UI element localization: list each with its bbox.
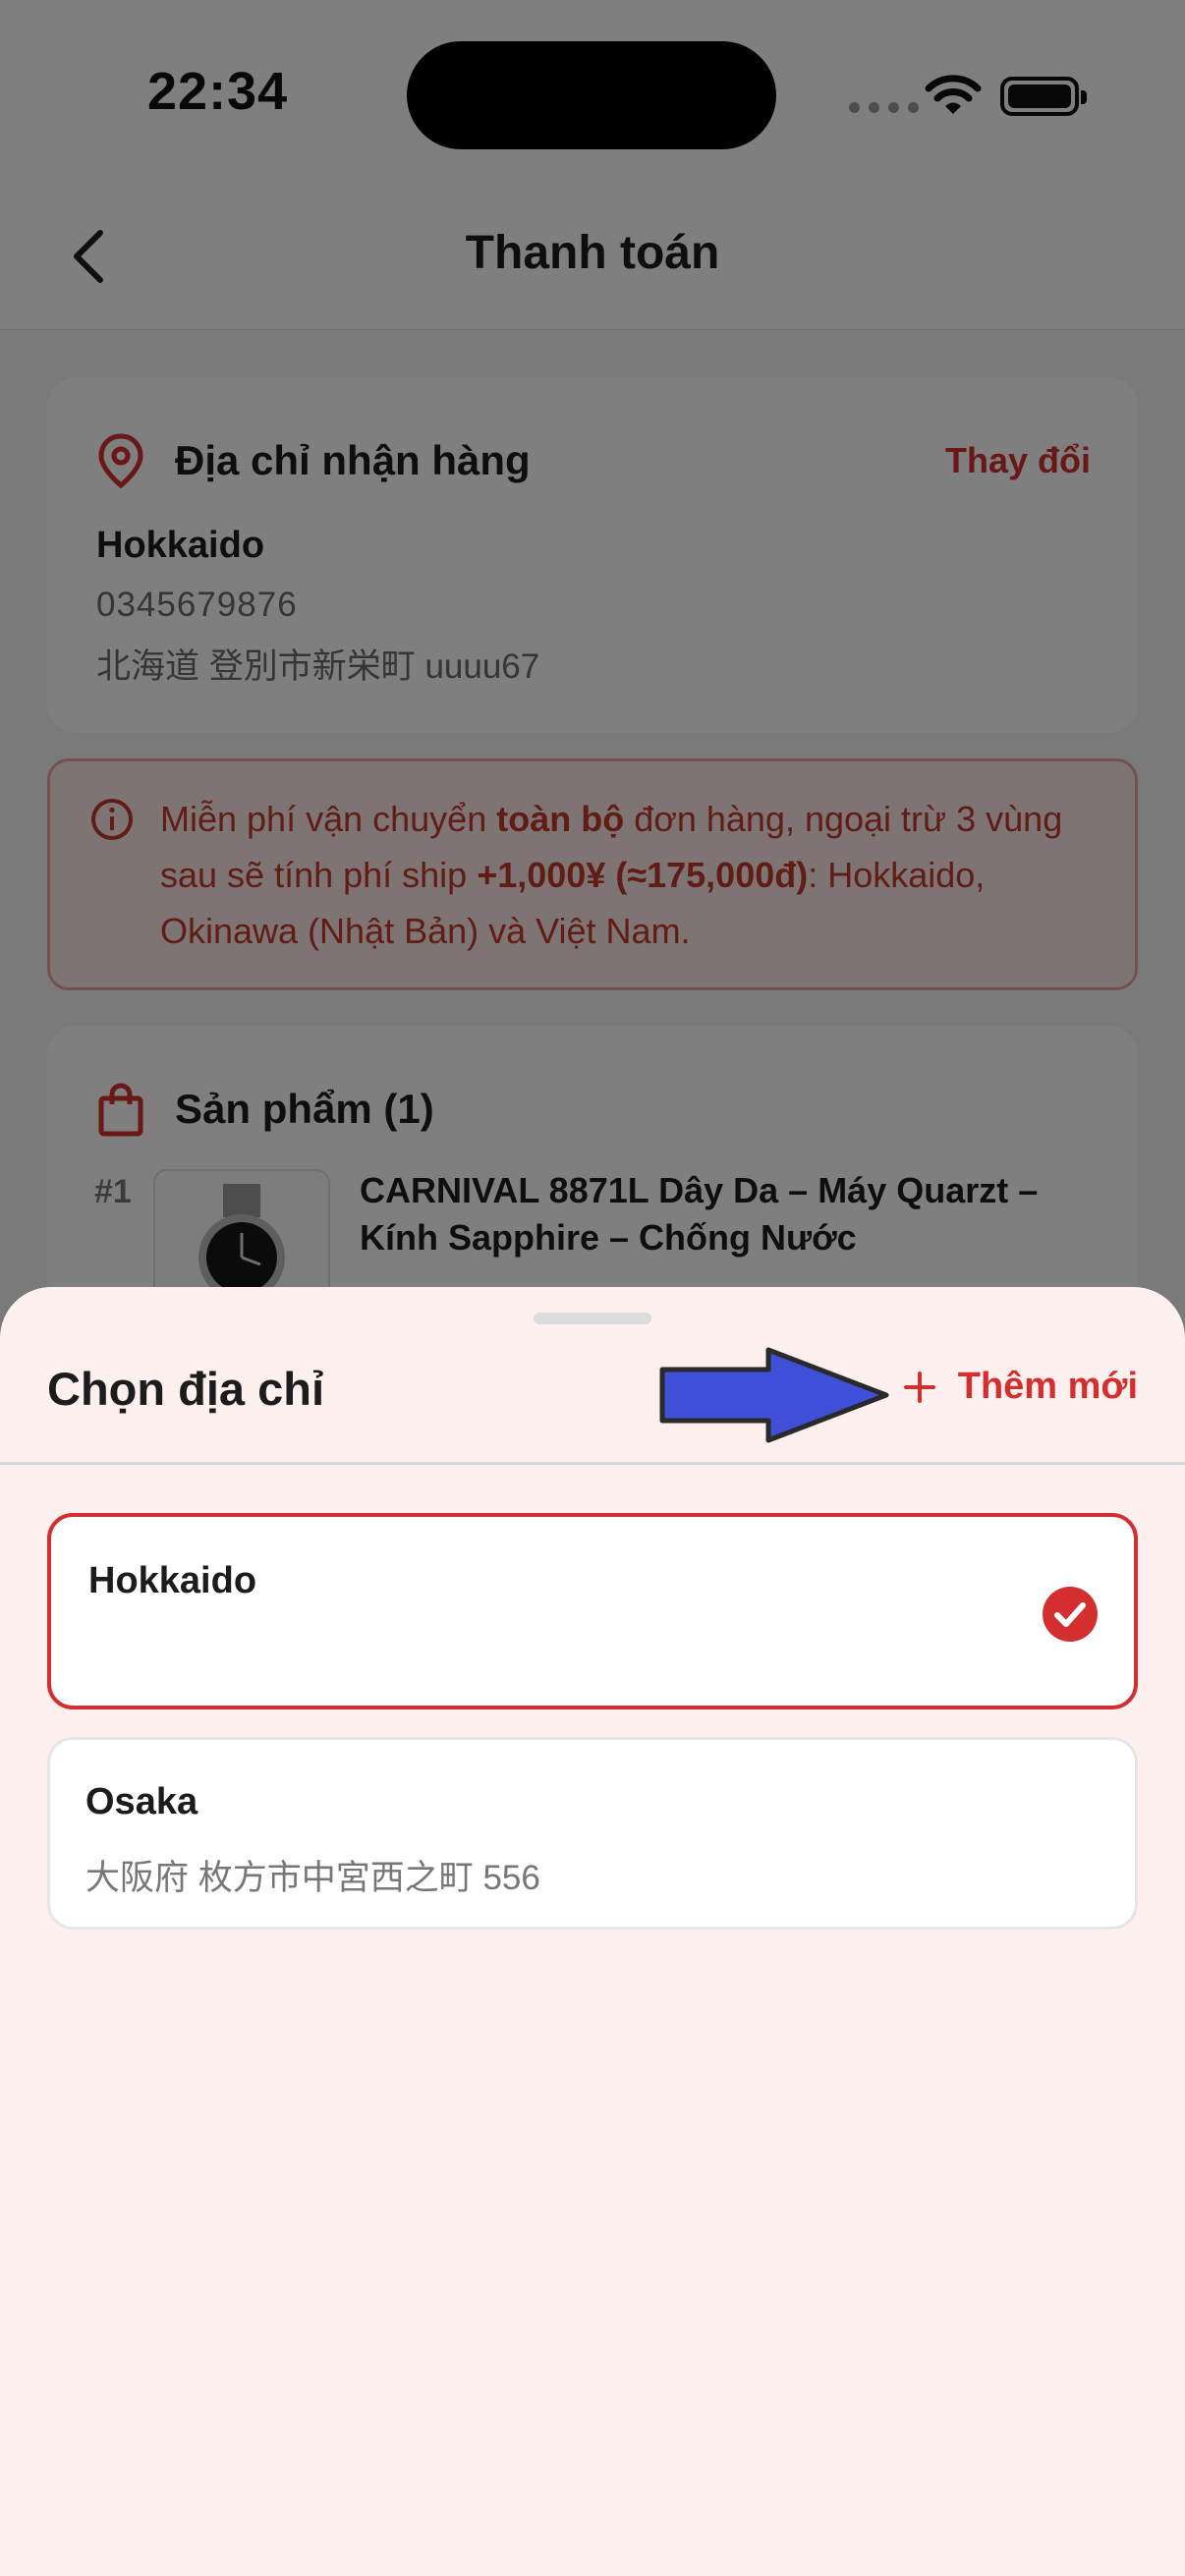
plus-icon	[903, 1371, 935, 1403]
add-new-address-button[interactable]: Thêm mới	[903, 1366, 1138, 1408]
sheet-grabber[interactable]	[534, 1313, 651, 1324]
check-circle-icon	[1043, 1587, 1098, 1642]
address-option-name: Osaka	[85, 1781, 198, 1822]
select-address-sheet: Chọn địa chỉ Thêm mới Hokkaido Osaka 大阪府…	[0, 1287, 1185, 2576]
address-option-hokkaido[interactable]: Hokkaido	[47, 1513, 1138, 1709]
sheet-divider	[0, 1462, 1185, 1465]
address-option-name: Hokkaido	[88, 1560, 257, 1601]
sheet-title: Chọn địa chỉ	[47, 1363, 324, 1415]
address-option-osaka[interactable]: Osaka 大阪府 枚方市中宮西之町 556	[47, 1737, 1138, 1930]
annotation-arrow	[659, 1347, 889, 1443]
add-new-label: Thêm mới	[957, 1366, 1138, 1407]
address-option-address: 大阪府 枚方市中宮西之町 556	[85, 1859, 540, 1897]
